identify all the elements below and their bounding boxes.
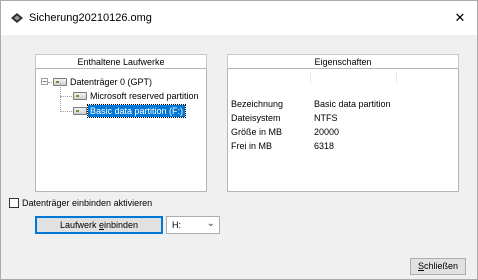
drives-tree[interactable]: − Datenträger 0 (GPT) Microsoft reserved…	[35, 68, 207, 192]
tree-root-node[interactable]: − Datenträger 0 (GPT)	[36, 75, 206, 89]
chevron-down-icon: ⌄	[206, 218, 215, 229]
drives-panel-header: Enthaltene Laufwerke	[35, 54, 207, 68]
drives-panel-title: Enthaltene Laufwerke	[77, 57, 165, 67]
mount-button-label-post: inbinden	[104, 220, 139, 230]
property-label: Größe in MB	[231, 127, 283, 137]
tree-node-label: Microsoft reserved partition	[90, 91, 199, 101]
property-value: NTFS	[314, 113, 338, 123]
close-button-label: chließen	[423, 261, 459, 271]
window-title: Sicherung20210126.omg	[29, 12, 152, 24]
property-label: Bezeichnung	[231, 99, 284, 109]
dialog-window: Sicherung20210126.omg ✕ Enthaltene Laufw…	[0, 0, 478, 280]
mount-drive-button[interactable]: Laufwerk einbinden	[35, 216, 163, 234]
properties-panel-title: Eigenschaften	[314, 57, 372, 67]
partition-icon	[73, 92, 87, 100]
close-button[interactable]: Schließen	[410, 258, 466, 275]
property-label: Dateisystem	[231, 113, 281, 123]
mount-checkbox-label[interactable]: Datenträger einbinden aktivieren	[22, 197, 152, 209]
drive-letter-select[interactable]: H: ⌄	[166, 216, 220, 234]
property-value: Basic data partition	[314, 99, 391, 109]
property-label: Frei in MB	[231, 141, 273, 151]
properties-panel-header: Eigenschaften	[227, 54, 459, 68]
tree-node-label-selected: Basic data partition (F:)	[86, 104, 187, 118]
mount-button-label-pre: Laufwerk	[59, 220, 99, 230]
property-value: 20000	[314, 127, 340, 137]
title-bar: Sicherung20210126.omg ✕	[1, 1, 477, 35]
properties-list[interactable]: Bezeichnung Basic data partition Dateisy…	[227, 68, 459, 192]
property-value: 6318	[314, 141, 335, 151]
tree-root-label: Datenträger 0 (GPT)	[70, 77, 153, 87]
drive-letter-value: H:	[172, 220, 181, 230]
app-icon	[11, 13, 23, 23]
close-icon[interactable]: ✕	[451, 9, 469, 27]
tree-connector	[48, 82, 52, 83]
mount-checkbox[interactable]	[9, 198, 19, 208]
partition-icon	[73, 107, 87, 115]
column-separator	[310, 73, 311, 83]
tree-node-basic-data[interactable]: Basic data partition (F:)	[36, 104, 206, 118]
collapse-icon[interactable]: −	[41, 78, 48, 86]
column-separator	[396, 73, 397, 83]
tree-node-microsoft-reserved[interactable]: Microsoft reserved partition	[36, 89, 206, 103]
